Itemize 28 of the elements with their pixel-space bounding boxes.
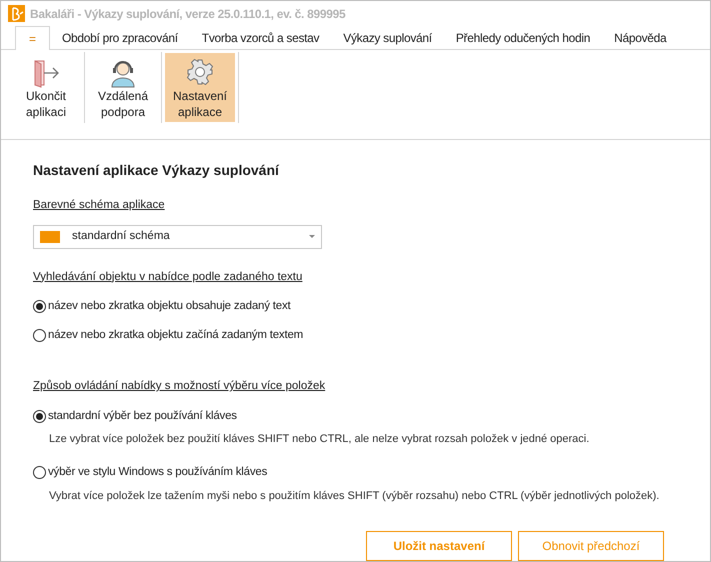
option-description: Vybrat více položek lze tažením myši nebo s použitím kláves SHIFT (výběr rozsahu) nebo CTRL (výběr jednotlivých položek). bbox=[49, 488, 660, 504]
scheme-dropdown[interactable]: standardní schéma bbox=[33, 224, 322, 248]
dropdown-caret-icon bbox=[309, 235, 315, 238]
ribbon-tab[interactable]: Přehledy odučených hodin bbox=[444, 26, 602, 50]
radio-button[interactable] bbox=[33, 329, 46, 342]
ribbon-button[interactable]: Ukončit aplikaci bbox=[11, 53, 81, 122]
section-heading: Nastavení aplikace Výkazy suplování bbox=[33, 161, 280, 180]
ribbon-tab[interactable]: Období pro zpracování bbox=[50, 26, 190, 50]
radio-button[interactable] bbox=[33, 466, 46, 480]
headset-person-icon bbox=[109, 58, 137, 88]
radio-label: standardní výběr bez používání kláves bbox=[48, 408, 237, 424]
gear-icon bbox=[186, 58, 214, 86]
option-description: Lze vybrat více položek bez použití kláves SHIFT nebo CTRL, ale nelze vybrat rozsah položek v jedné operaci. bbox=[49, 432, 590, 447]
ribbon-button[interactable]: Nastavení aplikace bbox=[165, 53, 235, 122]
radio-button[interactable] bbox=[33, 410, 46, 423]
radio-label: název nebo zkratka objektu obsahuje zadaný text bbox=[48, 298, 290, 314]
ribbon-tab[interactable]: Nápověda bbox=[602, 26, 678, 50]
radio-label: výběr ve stylu Windows s používáním kláves bbox=[48, 465, 268, 480]
radio-button[interactable] bbox=[33, 300, 46, 313]
group-label: Barevné schéma aplikace bbox=[33, 198, 165, 214]
group-label: Způsob ovládání nabídky s možností výběru více položek bbox=[33, 378, 326, 394]
group-label: Vyhledávání objektu v nabídce podle zadaného textu bbox=[33, 270, 302, 284]
app-logo-icon bbox=[8, 5, 25, 22]
ribbon-tab[interactable]: Tvorba vzorců a sestav bbox=[190, 26, 332, 50]
ribbon-button[interactable]: Vzdálená podpora bbox=[88, 53, 158, 122]
window-title: Bakaláři - Výkazy suplování, verze 25.0.110.1, ev. č. 899995 bbox=[30, 6, 346, 23]
radio-label: název nebo zkratka objektu začíná zadaným textem bbox=[48, 328, 304, 343]
ribbon-tab[interactable]: Výkazy suplování bbox=[331, 26, 444, 50]
